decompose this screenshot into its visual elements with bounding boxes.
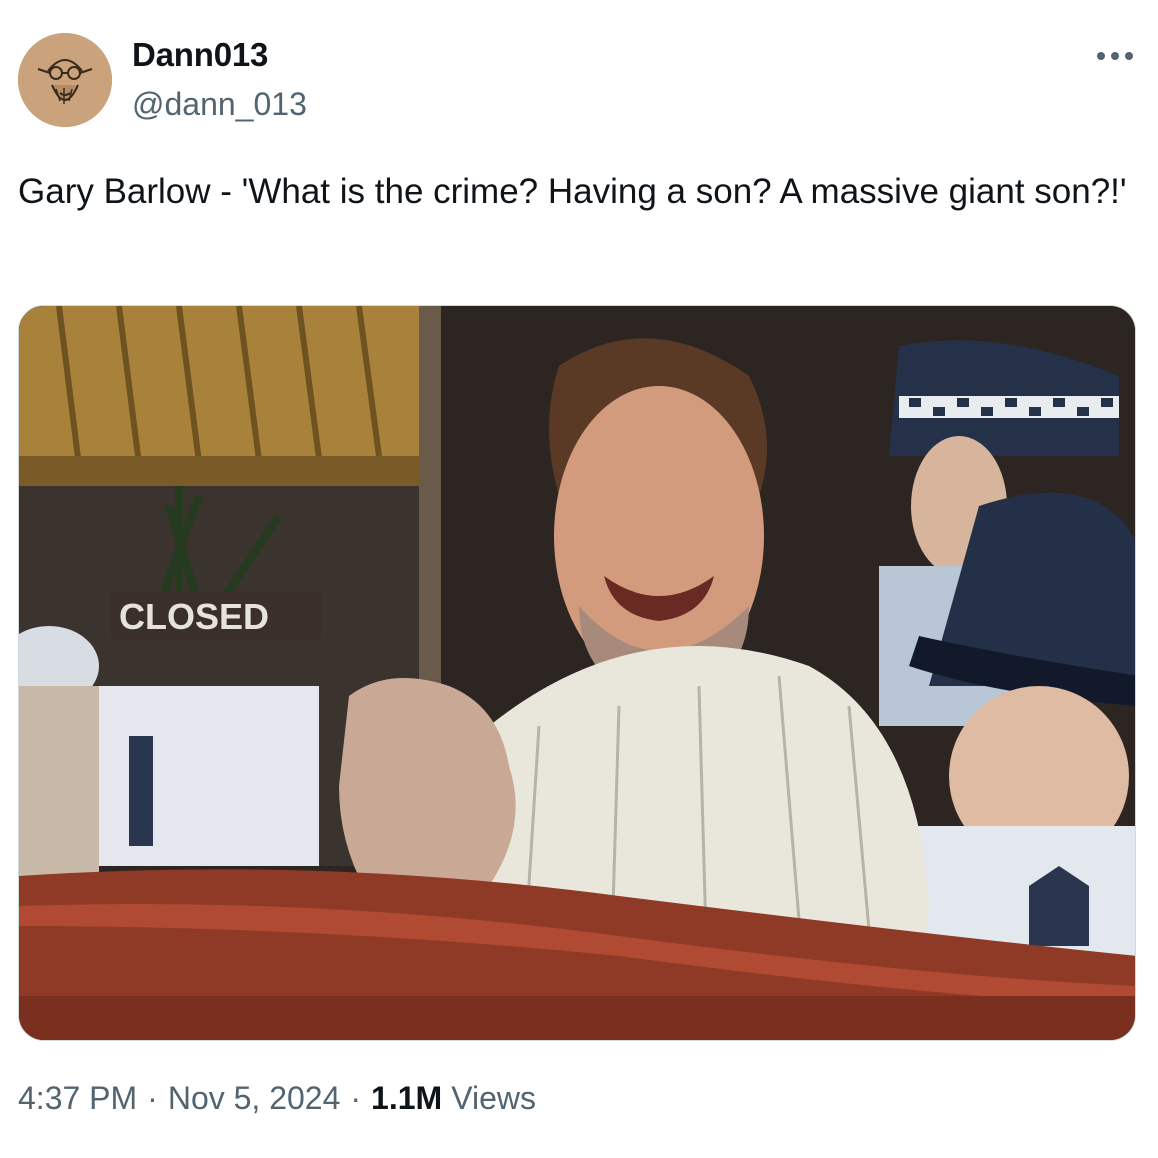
tweet-photo[interactable]: CLOSED xyxy=(18,305,1136,1041)
views-count[interactable]: 1.1M xyxy=(371,1080,442,1117)
meta-separator: · xyxy=(147,1080,158,1116)
views-label[interactable]: Views xyxy=(451,1080,536,1117)
closed-sign-text: CLOSED xyxy=(119,596,269,637)
tweet-text: Gary Barlow - 'What is the crime? Having… xyxy=(18,172,1127,211)
author-display-name[interactable]: Dann013 xyxy=(132,36,268,74)
sketch-face-avatar-icon xyxy=(18,33,112,127)
photo-illustration: CLOSED xyxy=(19,306,1135,1040)
author-avatar[interactable] xyxy=(18,33,112,127)
more-options-button[interactable] xyxy=(1092,40,1138,72)
tweet-meta: 4:37 PM · Nov 5, 2024 · 1.1M Views xyxy=(18,1080,536,1117)
author-handle[interactable]: @dann_013 xyxy=(132,86,307,123)
tweet-time[interactable]: 4:37 PM xyxy=(18,1080,137,1117)
more-dots-icon xyxy=(1097,52,1133,60)
meta-separator: · xyxy=(350,1080,362,1116)
tweet-date[interactable]: Nov 5, 2024 xyxy=(168,1080,341,1117)
